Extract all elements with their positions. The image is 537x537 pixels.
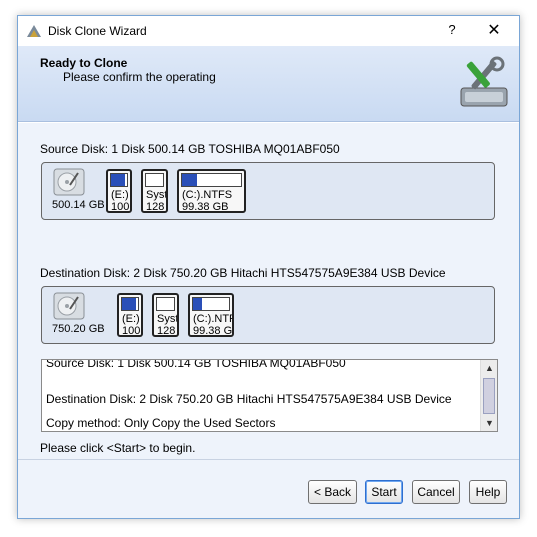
source-disk-map: 500.14 GB (E:) 100 Syst 128 (C:).NTFS 99…: [41, 162, 495, 220]
usage-bar: [110, 173, 128, 187]
usage-bar: [192, 297, 230, 311]
destination-disk-map: 750.20 GB (E:) 100 Syst 128 (C:).NTF 99.…: [41, 286, 495, 344]
back-button[interactable]: < Back: [308, 480, 357, 504]
destination-partition-system[interactable]: Syst 128: [152, 293, 179, 337]
partition-label: (C:).NTFS: [182, 189, 233, 201]
source-disk-size: 500.14 GB: [52, 199, 105, 211]
scroll-thumb[interactable]: [483, 378, 495, 414]
partition-label: Syst: [146, 189, 168, 201]
header-separator: [18, 122, 519, 123]
start-button[interactable]: Start: [365, 480, 403, 504]
destination-partition-c[interactable]: (C:).NTF 99.38 G: [188, 293, 234, 337]
source-partition-system[interactable]: Syst 128: [141, 169, 168, 213]
start-hint: Please click <Start> to begin.: [40, 441, 196, 455]
scroll-up-icon[interactable]: ▲: [481, 360, 497, 376]
summary-copy-method-line: Copy method: Only Copy the Used Sectors: [46, 416, 276, 430]
cancel-button[interactable]: Cancel: [412, 480, 460, 504]
usage-fill: [182, 174, 197, 186]
usage-bar: [181, 173, 242, 187]
destination-disk-label: Destination Disk: 2 Disk 750.20 GB Hitac…: [40, 266, 446, 280]
summary-source-line: Source Disk: 1 Disk 500.14 GB TOSHIBA MQ…: [46, 359, 346, 370]
wizard-tools-icon: [460, 56, 508, 107]
summary-destination-line: Destination Disk: 2 Disk 750.20 GB Hitac…: [46, 392, 452, 406]
hard-disk-icon: [53, 168, 85, 196]
app-icon: [27, 25, 41, 37]
partition-size: 100: [122, 325, 141, 337]
scroll-down-icon[interactable]: ▼: [481, 415, 497, 431]
partition-label: (C:).NTF: [193, 313, 234, 325]
header-title: Ready to Clone: [40, 56, 128, 70]
source-partition-e[interactable]: (E:) 100: [106, 169, 132, 213]
source-disk-label: Source Disk: 1 Disk 500.14 GB TOSHIBA MQ…: [40, 142, 340, 156]
usage-fill: [111, 174, 125, 186]
operation-summary-box[interactable]: Source Disk: 1 Disk 500.14 GB TOSHIBA MQ…: [41, 359, 498, 432]
help-title-button[interactable]: ?: [444, 22, 460, 37]
partition-label: (E:): [111, 189, 129, 201]
help-button[interactable]: Help: [469, 480, 507, 504]
wizard-header: Ready to Clone Please confirm the operat…: [18, 46, 519, 122]
partition-size: 100: [111, 201, 130, 213]
close-button[interactable]: ✕: [484, 20, 504, 40]
usage-bar: [121, 297, 139, 311]
partition-size: 99.38 GB: [182, 201, 229, 213]
disk-clone-wizard-window: Disk Clone Wizard ? ✕ Ready to Clone Ple…: [17, 15, 520, 519]
usage-bar: [156, 297, 175, 311]
header-subtitle: Please confirm the operating: [63, 70, 216, 84]
usage-fill: [193, 298, 202, 310]
partition-size: 128: [146, 201, 165, 213]
partition-size: 99.38 G: [193, 325, 233, 337]
destination-disk-size: 750.20 GB: [52, 323, 105, 335]
usage-bar: [145, 173, 164, 187]
title-bar: Disk Clone Wizard ? ✕: [18, 16, 519, 46]
hard-disk-icon: [53, 292, 85, 320]
partition-label: Syst: [157, 313, 179, 325]
footer-separator: [18, 459, 519, 460]
partition-label: (E:): [122, 313, 140, 325]
partition-size: 128: [157, 325, 176, 337]
destination-partition-e[interactable]: (E:) 100: [117, 293, 143, 337]
summary-scrollbar[interactable]: ▲ ▼: [480, 360, 497, 431]
window-title: Disk Clone Wizard: [48, 24, 147, 38]
usage-fill: [122, 298, 136, 310]
source-partition-c[interactable]: (C:).NTFS 99.38 GB: [177, 169, 246, 213]
